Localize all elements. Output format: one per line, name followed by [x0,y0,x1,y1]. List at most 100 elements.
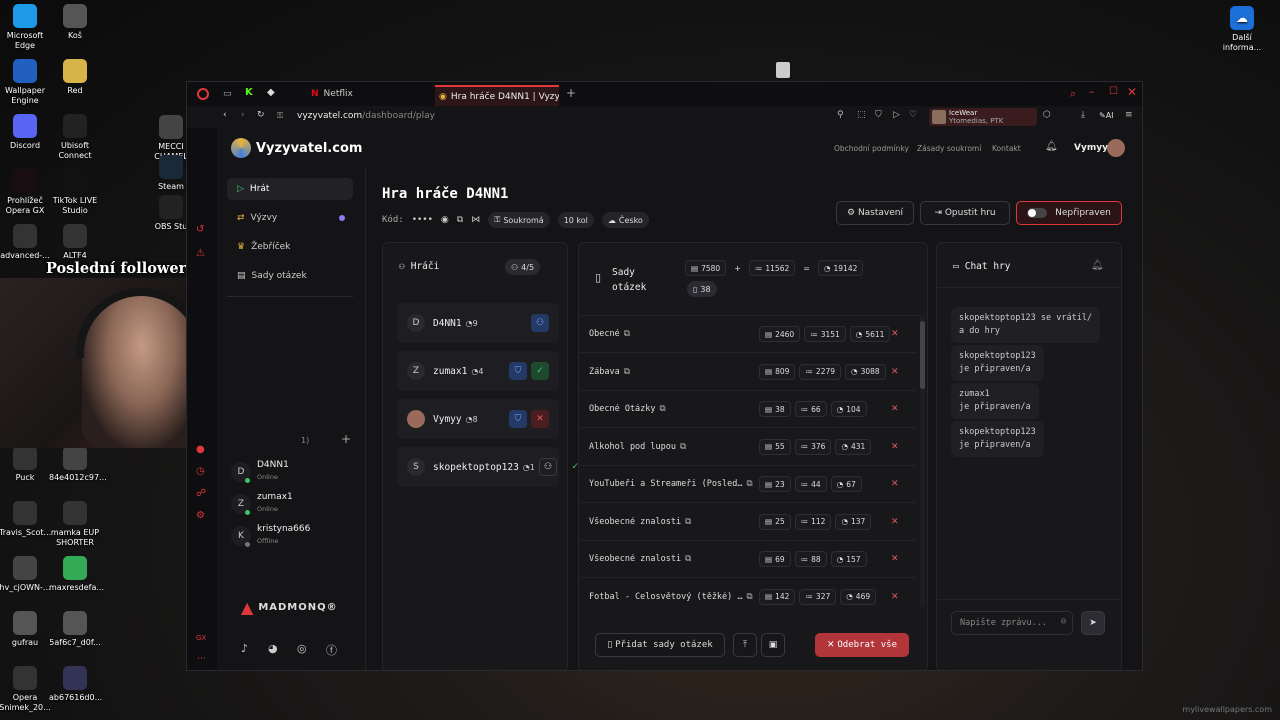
desktop-icon[interactable]: Discord [0,114,51,151]
desktop-icon[interactable]: Microsoft Edge [0,4,51,51]
remove-set-button[interactable]: ✕ [891,554,899,564]
remove-set-button[interactable]: ✕ [891,329,899,339]
settings-button[interactable]: ⚙ Nastavení [836,201,914,225]
desktop-icon[interactable]: 5af6c7_d0f... [49,611,101,648]
remove-all-button[interactable]: ✕ Odebrat vše [815,633,909,657]
search-icon[interactable]: ⌕ [1070,87,1076,101]
upload-button[interactable]: ⤒ [733,633,757,657]
set-name[interactable]: Alkohol pod lupou ⧉ [589,442,759,452]
extensions-icon[interactable]: ⬡ [1043,110,1051,120]
diamond-icon[interactable]: ◆ [267,87,275,98]
new-tab-button[interactable]: + [566,86,576,100]
desktop-icon[interactable]: Prohlížeč Opera GX [0,169,51,216]
player-card[interactable]: VVymyy◔8⛉✕ [397,399,559,439]
send-button[interactable]: ➤ [1081,611,1105,635]
kick-player-button[interactable]: ✕ [531,410,549,428]
online-user[interactable]: D D4NN1 Online [231,458,351,486]
back-icon[interactable]: ‹ [223,110,227,120]
leave-game-button[interactable]: ⇥ Opustit hru [920,201,1010,225]
desktop-icon[interactable]: gufrau [0,611,51,648]
online-user[interactable]: Zzumax1 Online [231,490,351,518]
bookmark-icon[interactable]: ⚲ [837,110,844,120]
set-row[interactable]: Alkohol pod lupou ⧉ ▤ 55 ≔ 376 ◔ 431 ✕ [579,429,917,466]
desktop-icon[interactable]: maxresdefa... [49,556,104,593]
save-button[interactable]: ▣ [761,633,785,657]
tab-icon-group[interactable]: ▭ [223,89,232,99]
emoji-icon[interactable]: ☺ [1061,617,1066,627]
set-name[interactable]: Všeobecné znalosti ⧉ [589,554,759,564]
remove-set-button[interactable]: ✕ [891,404,899,414]
heart-icon[interactable]: ♡ [909,110,917,120]
url-field[interactable]: vyzyvatel.com/dashboard/play [297,111,435,121]
scrollbar-thumb[interactable] [920,321,925,389]
player-card[interactable]: Sskopektoptop123 ◔1 ⚇ ✓ [397,447,579,487]
avatar[interactable] [1107,139,1125,157]
set-name[interactable]: Obecné ⧉ [589,329,759,339]
set-name[interactable]: Všeobecné znalosti ⧉ [589,517,759,527]
player-card[interactable]: D D4NN1 ◔9 ⚇ [397,303,559,343]
snapshot-icon[interactable]: ⬚ [857,110,866,120]
bell-icon[interactable]: 🔔︎ [1045,141,1058,152]
desktop-icon[interactable]: Puck [0,446,51,483]
facebook-icon[interactable]: ⓕ [326,642,337,658]
sidebar-app-icon[interactable]: ☍ [196,488,206,499]
forward-icon[interactable]: › [241,110,245,120]
more-icon[interactable]: ⋯ [197,654,206,664]
add-friend-icon[interactable]: ⚇ [539,458,557,476]
nav-link-terms[interactable]: Obchodní podmínky [834,144,909,153]
copy-icon[interactable]: ⧉ [457,215,463,225]
history-icon[interactable]: ◷ [196,466,205,477]
settings-icon[interactable]: ⚙ [196,510,205,521]
minimize-button[interactable]: – [1089,85,1095,98]
desktop-icon[interactable]: advanced-... [0,224,51,261]
nav-link-contact[interactable]: Kontakt [992,144,1021,153]
shield-icon[interactable]: ⛉ [875,110,882,120]
desktop-icon[interactable]: mamka EUP SHORTER [49,501,101,548]
sidebar-app-icon[interactable]: ⚠ [196,248,205,259]
sidebar-item-challenges[interactable]: ⇄ Výzvy [227,207,353,229]
desktop-icon[interactable]: ab67616d0... [49,666,102,703]
desktop-icon[interactable]: ALTF4 [49,224,101,261]
set-row[interactable]: Fotbal - Celosvětový (těžké) … ⧉ ▤ 142 ≔ 327 ◔… [579,579,917,615]
sidebar-app-icon[interactable]: ↺ [196,224,204,235]
tab-netflix[interactable]: N Netflix [307,82,431,106]
set-row[interactable]: Zábava ⧉ ▤ 809 ≔ 2279 ◔ 3088 ✕ [579,354,917,391]
discord-icon[interactable]: ◕ [268,642,278,655]
set-row[interactable]: Obecné ⧉ ▤ 2460 ≔ 3151 ◔ 5611 ✕ [579,316,917,353]
bell-icon[interactable]: 🔔︎ [1091,260,1104,271]
site-logo[interactable]: Vyzyvatel.com [231,138,362,158]
set-name[interactable]: YouTubeři a Streameři (Posled… ⧉ [589,479,759,489]
profile-chip[interactable]: IceWear Ytomedias, PTK [929,108,1037,126]
reload-icon[interactable]: ↻ [257,110,265,120]
sidebar-item-play[interactable]: ▷ Hrát [227,178,353,200]
desktop-icon[interactable]: Koš [49,4,101,41]
desktop-icon[interactable]: hv_cjOWN-... [0,556,51,593]
sidebar-item-question-sets[interactable]: ▤ Sady otázek [227,265,353,287]
user-name[interactable]: Vymyy [1074,143,1108,153]
add-friend-button[interactable]: + [341,432,351,446]
brand-logo[interactable]: ▲ MADMONQ® [241,598,338,617]
desktop-icon[interactable]: TikTok LIVE Studio [49,169,101,216]
remove-set-button[interactable]: ✕ [891,367,899,377]
desktop-icon[interactable]: Opera Snimek_20... [0,666,51,713]
set-row[interactable]: Všeobecné znalosti ⧉ ▤ 25 ≔ 112 ◔ 137 ✕ [579,504,917,541]
opera-logo-icon[interactable] [197,88,209,100]
player-card[interactable]: Zzumax1 ◔4 ⛉ ✓ [397,351,559,391]
ready-toggle-button[interactable]: Nepřipraven [1016,201,1122,225]
sidebar-app-icon[interactable]: ● [196,444,205,455]
desktop-icon[interactable]: Travis_Scot... [0,501,51,538]
instagram-icon[interactable]: ◎ [297,642,307,655]
remove-set-button[interactable]: ✕ [891,517,899,527]
set-row[interactable]: Všeobecné znalosti ⧉ ▤ 69 ≔ 88 ◔ 157 ✕ [579,541,917,578]
desktop-icon[interactable]: Ubisoft Connect [49,114,101,161]
remove-set-button[interactable]: ✕ [891,479,899,489]
scrollbar[interactable] [920,315,925,607]
remove-set-button[interactable]: ✕ [891,592,899,602]
maximize-button[interactable]: ☐ [1109,86,1118,97]
desktop-right-icon[interactable]: ☁ Další informa... [1216,6,1268,53]
desktop-icon[interactable]: 84e4012c97... [49,446,107,483]
tab-active[interactable]: ◉ Hra hráče D4NN1 | Vyzyva [435,85,559,106]
share-icon[interactable]: ⋈ [471,215,480,225]
download-icon[interactable]: ⤓ [1081,110,1085,120]
desktop-icon[interactable]: Wallpaper Engine [0,59,51,106]
